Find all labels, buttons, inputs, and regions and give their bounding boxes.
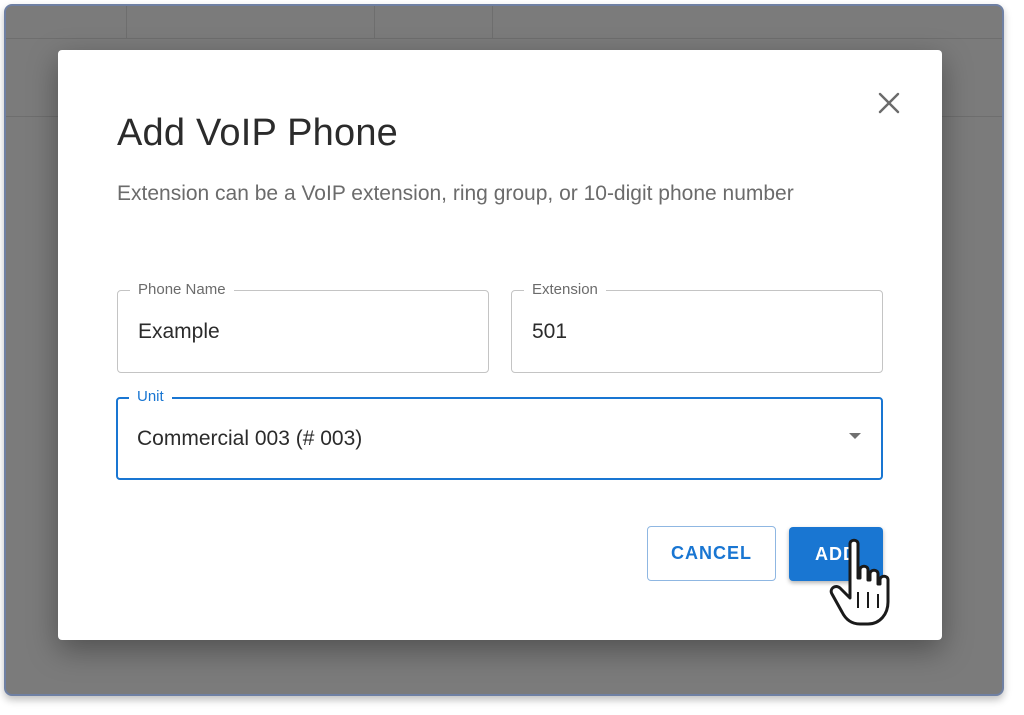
extension-field[interactable]: Extension [511,281,883,373]
phone-name-field[interactable]: Phone Name [117,281,489,373]
chevron-down-icon[interactable] [849,433,861,439]
add-voip-phone-dialog: Add VoIP Phone Extension can be a VoIP e… [58,50,942,640]
unit-select[interactable]: Unit Commercial 003 (# 003) [116,388,883,480]
close-button[interactable] [876,90,902,116]
background-divider [126,6,127,38]
unit-selected-value: Commercial 003 (# 003) [137,426,363,450]
background-divider [492,6,493,38]
dialog-title: Add VoIP Phone [117,112,399,154]
background-divider [374,6,375,38]
add-button[interactable]: ADD [789,527,883,581]
cancel-button[interactable]: CANCEL [647,526,776,581]
extension-input[interactable] [532,291,862,372]
dialog-subtitle: Extension can be a VoIP extension, ring … [117,182,794,205]
phone-name-input[interactable] [138,291,468,372]
close-icon [878,92,900,114]
background-divider [6,38,1002,39]
